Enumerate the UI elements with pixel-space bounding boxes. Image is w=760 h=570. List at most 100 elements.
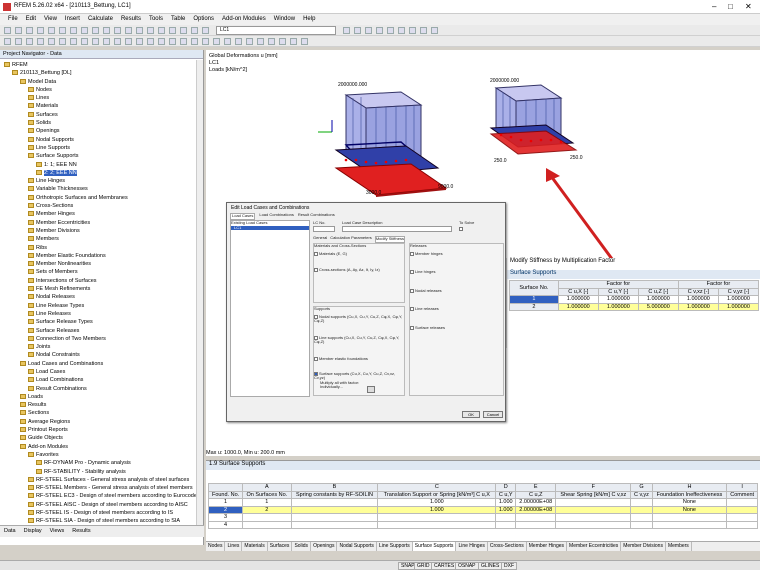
maximize-icon[interactable]: □ (728, 2, 733, 11)
ok-button[interactable]: OK (462, 411, 480, 418)
toolbar-button-icon[interactable] (246, 38, 253, 45)
tab-load-cases[interactable]: Load Cases (230, 213, 256, 220)
cell[interactable]: 1.000000 (557, 295, 599, 304)
toolbar-button-icon[interactable] (48, 27, 55, 34)
tree-item[interactable]: Joints (0, 343, 196, 351)
toolbar-button-icon[interactable] (191, 38, 198, 45)
table-tab[interactable]: Cross-Sections (488, 542, 527, 551)
cell[interactable]: 2 (509, 302, 559, 311)
toolbar-button-icon[interactable] (15, 38, 22, 45)
toolbar-button-icon[interactable] (257, 38, 264, 45)
tree-item[interactable]: Members (0, 235, 196, 243)
cell[interactable]: 1.000000 (557, 302, 599, 311)
tree-item[interactable]: Member Divisions (0, 227, 196, 235)
toolbar-button-icon[interactable] (420, 27, 427, 34)
table-row[interactable]: 2 1.000000 1.000000 5.000000 1.000000 1.… (509, 302, 760, 311)
toolbar-button-icon[interactable] (59, 38, 66, 45)
cell[interactable]: 2 (207, 505, 244, 514)
lc-no-field[interactable] (313, 226, 335, 232)
cell[interactable]: 1.000 (377, 505, 497, 514)
existing-load-cases-list[interactable]: Existing Load Cases LC1 (230, 220, 310, 397)
load-case-select[interactable]: LC1 (216, 26, 336, 35)
checkbox[interactable] (314, 356, 318, 361)
toolbar-button-icon[interactable] (279, 38, 286, 45)
cartes-toggle[interactable]: CARTES (431, 562, 458, 570)
cell[interactable]: 2 (242, 505, 292, 514)
toolbar-button-icon[interactable] (213, 38, 220, 45)
table-tab[interactable]: Surface Supports (412, 542, 457, 551)
tree-item[interactable]: Surface Releases (0, 327, 196, 335)
cell[interactable] (377, 513, 497, 522)
toolbar-button-icon[interactable] (136, 27, 143, 34)
cell[interactable]: 3 (207, 513, 244, 522)
toolbar-button-icon[interactable] (92, 27, 99, 34)
tree-item[interactable]: Nodal Constraints (0, 351, 196, 359)
tree-item[interactable]: RF-STEEL AISC - Design of steel members … (0, 501, 196, 509)
cell[interactable]: 1.000000 (597, 295, 639, 304)
toolbar-button-icon[interactable] (301, 38, 308, 45)
menu-results[interactable]: Results (117, 14, 145, 25)
tree-item[interactable]: Sections (0, 409, 196, 417)
cell[interactable]: 2.00000E+08 (515, 505, 557, 514)
tree-item[interactable]: Average Regions (0, 418, 196, 426)
table-tab[interactable]: Line Supports (377, 542, 413, 551)
tree-item[interactable]: Load Combinations (0, 376, 196, 384)
cell[interactable] (290, 520, 379, 529)
tree-item[interactable]: 2: 2; EEE NN (0, 169, 196, 177)
subtab-modify-stiffness[interactable]: Modify Stiffness (374, 236, 405, 243)
grid-toggle[interactable]: GRID (414, 562, 433, 570)
navigator-scrollbar[interactable] (196, 60, 203, 525)
toolbar-button-icon[interactable] (59, 27, 66, 34)
menu-addon-modules[interactable]: Add-on Modules (218, 14, 270, 25)
menu-tools[interactable]: Tools (145, 14, 167, 25)
table-tab[interactable]: Members (666, 542, 692, 551)
tree-item[interactable]: Load Cases and Combinations (0, 360, 196, 368)
cell[interactable] (630, 520, 653, 529)
cell[interactable]: 1.000000 (677, 295, 719, 304)
tree-item[interactable]: Line Releases (0, 310, 196, 318)
cell[interactable]: 1 (509, 295, 559, 304)
tree-item[interactable]: 210113_Bettung [DL] (0, 69, 196, 77)
tab-display[interactable]: Display (20, 526, 46, 537)
checkbox[interactable] (410, 325, 414, 330)
tree-item[interactable]: Nodes (0, 86, 196, 94)
toolbar-button-icon[interactable] (70, 27, 77, 34)
table-tab[interactable]: Member Eccentricities (567, 542, 622, 551)
cancel-button[interactable]: Cancel (483, 411, 503, 418)
table-tab[interactable]: Line Hinges (456, 542, 488, 551)
toolbar-button-icon[interactable] (202, 38, 209, 45)
table-tab[interactable]: Surfaces (268, 542, 293, 551)
menu-table[interactable]: Table (167, 14, 189, 25)
cell[interactable] (555, 513, 632, 522)
dxf-toggle[interactable]: DXF (501, 562, 517, 570)
tree-item[interactable]: Surface Release Types (0, 318, 196, 326)
checkbox[interactable] (314, 251, 318, 256)
toolbar-button-icon[interactable] (81, 38, 88, 45)
osnap-toggle[interactable]: OSNAP (455, 562, 479, 570)
tree-item[interactable]: Results (0, 401, 196, 409)
tree-item[interactable]: Ribs (0, 244, 196, 252)
table-tab[interactable]: Member Hinges (527, 542, 568, 551)
toolbar-button-icon[interactable] (224, 38, 231, 45)
menu-insert[interactable]: Insert (61, 14, 84, 25)
menu-file[interactable]: File (4, 14, 22, 25)
table-tab[interactable]: Member Divisions (621, 542, 666, 551)
cell[interactable] (555, 520, 632, 529)
cell[interactable]: 1 (207, 498, 244, 507)
toolbar-button-icon[interactable] (158, 27, 165, 34)
toolbar-button-icon[interactable] (37, 27, 44, 34)
table-tab[interactable]: Openings (311, 542, 338, 551)
cell[interactable] (630, 505, 653, 514)
tab-result-combinations[interactable]: Result Combinations (298, 212, 335, 220)
menu-view[interactable]: View (40, 14, 61, 25)
tab-views[interactable]: Views (46, 526, 69, 537)
tree-item[interactable]: Solids (0, 119, 196, 127)
tree-item[interactable]: Intersections of Surfaces (0, 277, 196, 285)
tree-item[interactable]: Model Data (0, 78, 196, 86)
tree-item[interactable]: Result Combinations (0, 385, 196, 393)
table-row[interactable]: 1 1.000000 1.000000 1.000000 1.000000 1.… (509, 295, 760, 304)
tree-item[interactable]: Member Elastic Foundations (0, 252, 196, 260)
tree-item[interactable]: Nodal Releases (0, 293, 196, 301)
menu-options[interactable]: Options (189, 14, 218, 25)
cell[interactable] (726, 505, 758, 514)
